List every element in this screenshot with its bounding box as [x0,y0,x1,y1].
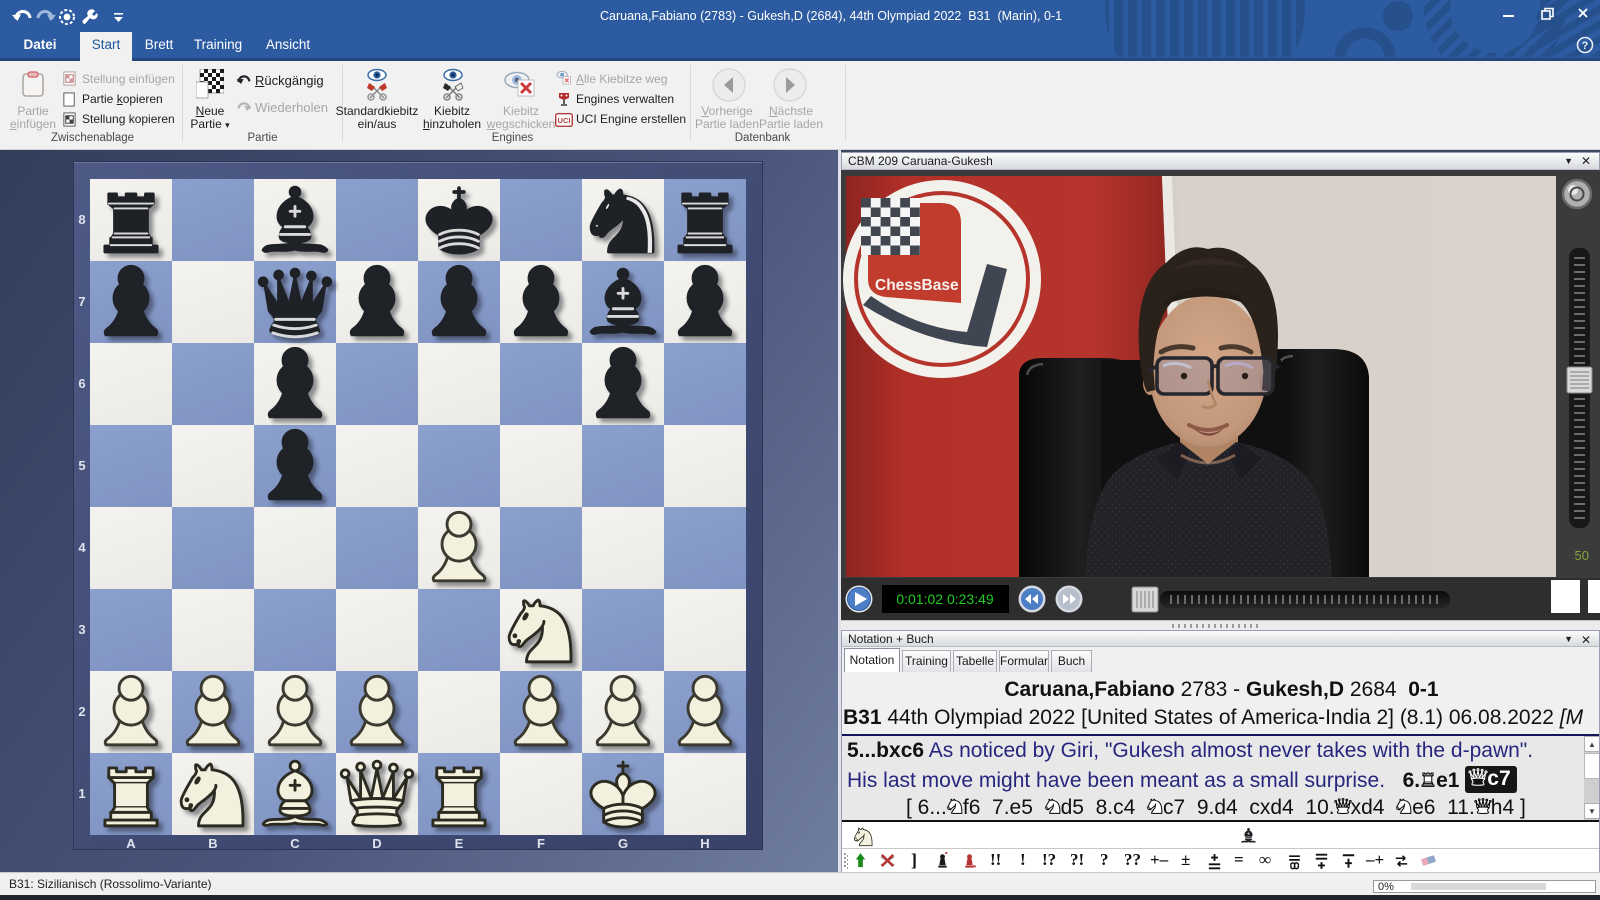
svg-text:ChessBase: ChessBase [875,277,959,294]
svg-text:50: 50 [1575,548,1589,563]
svg-text:UCI: UCI [558,116,571,125]
svg-text:?: ? [1582,40,1589,52]
svg-text:0:01:02 0:23:49: 0:01:02 0:23:49 [896,591,994,607]
